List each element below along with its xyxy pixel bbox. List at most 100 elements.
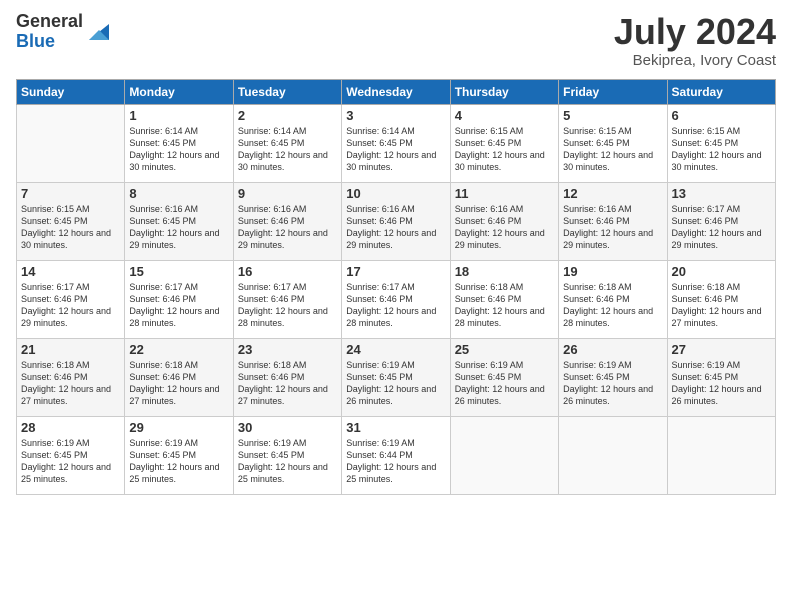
logo-general: General — [16, 12, 83, 32]
calendar-cell — [667, 416, 775, 494]
day-number: 24 — [346, 342, 445, 357]
calendar-cell: 1 Sunrise: 6:14 AM Sunset: 6:45 PM Daylig… — [125, 104, 233, 182]
calendar-cell: 23 Sunrise: 6:18 AM Sunset: 6:46 PM Dayli… — [233, 338, 341, 416]
calendar-cell: 21Sunrise: 6:18 AM Sunset: 6:46 PM Dayli… — [17, 338, 125, 416]
day-info: Sunrise: 6:19 AM Sunset: 6:45 PM Dayligh… — [672, 359, 771, 408]
logo-text: General Blue — [16, 12, 83, 52]
calendar-cell: 25Sunrise: 6:19 AM Sunset: 6:45 PM Dayli… — [450, 338, 558, 416]
calendar-cell: 29 Sunrise: 6:19 AM Sunset: 6:45 PM Dayli… — [125, 416, 233, 494]
day-number: 14 — [21, 264, 120, 279]
header-sunday: Sunday — [17, 79, 125, 104]
header-monday: Monday — [125, 79, 233, 104]
day-number: 6 — [672, 108, 771, 123]
day-number: 1 — [129, 108, 228, 123]
day-info: Sunrise: 6:16 AM Sunset: 6:46 PM Dayligh… — [238, 203, 337, 252]
calendar-cell: 8 Sunrise: 6:16 AM Sunset: 6:45 PM Daylig… — [125, 182, 233, 260]
day-number: 16 — [238, 264, 337, 279]
day-number: 26 — [563, 342, 662, 357]
day-info: Sunrise: 6:18 AM Sunset: 6:46 PM Dayligh… — [455, 281, 554, 330]
calendar-cell: 9Sunrise: 6:16 AM Sunset: 6:46 PM Daylig… — [233, 182, 341, 260]
calendar-cell: 16 Sunrise: 6:17 AM Sunset: 6:46 PM Dayli… — [233, 260, 341, 338]
calendar-row-3: 21Sunrise: 6:18 AM Sunset: 6:46 PM Dayli… — [17, 338, 776, 416]
day-number: 8 — [129, 186, 228, 201]
day-number: 31 — [346, 420, 445, 435]
calendar-cell: 22 Sunrise: 6:18 AM Sunset: 6:46 PM Dayli… — [125, 338, 233, 416]
header-friday: Friday — [559, 79, 667, 104]
day-info: Sunrise: 6:16 AM Sunset: 6:45 PM Dayligh… — [129, 203, 228, 252]
day-number: 18 — [455, 264, 554, 279]
day-info: Sunrise: 6:14 AM Sunset: 6:45 PM Dayligh… — [129, 125, 228, 174]
calendar-cell: 5Sunrise: 6:15 AM Sunset: 6:45 PM Daylig… — [559, 104, 667, 182]
day-info: Sunrise: 6:18 AM Sunset: 6:46 PM Dayligh… — [238, 359, 337, 408]
day-number: 13 — [672, 186, 771, 201]
day-info: Sunrise: 6:18 AM Sunset: 6:46 PM Dayligh… — [129, 359, 228, 408]
day-number: 29 — [129, 420, 228, 435]
day-number: 10 — [346, 186, 445, 201]
calendar-cell: 13 Sunrise: 6:17 AM Sunset: 6:46 PM Dayli… — [667, 182, 775, 260]
calendar-cell: 12 Sunrise: 6:16 AM Sunset: 6:46 PM Dayli… — [559, 182, 667, 260]
day-info: Sunrise: 6:19 AM Sunset: 6:45 PM Dayligh… — [238, 437, 337, 486]
day-number: 23 — [238, 342, 337, 357]
calendar-cell: 15Sunrise: 6:17 AM Sunset: 6:46 PM Dayli… — [125, 260, 233, 338]
day-info: Sunrise: 6:17 AM Sunset: 6:46 PM Dayligh… — [238, 281, 337, 330]
day-info: Sunrise: 6:15 AM Sunset: 6:45 PM Dayligh… — [21, 203, 120, 252]
calendar-cell: 20Sunrise: 6:18 AM Sunset: 6:46 PM Dayli… — [667, 260, 775, 338]
calendar-cell: 3 Sunrise: 6:14 AM Sunset: 6:45 PM Daylig… — [342, 104, 450, 182]
calendar-cell: 28 Sunrise: 6:19 AM Sunset: 6:45 PM Dayli… — [17, 416, 125, 494]
calendar-row-4: 28 Sunrise: 6:19 AM Sunset: 6:45 PM Dayli… — [17, 416, 776, 494]
calendar-cell — [450, 416, 558, 494]
header-saturday: Saturday — [667, 79, 775, 104]
day-info: Sunrise: 6:14 AM Sunset: 6:45 PM Dayligh… — [238, 125, 337, 174]
day-number: 19 — [563, 264, 662, 279]
day-number: 22 — [129, 342, 228, 357]
day-number: 7 — [21, 186, 120, 201]
header-row: Sunday Monday Tuesday Wednesday Thursday… — [17, 79, 776, 104]
day-info: Sunrise: 6:19 AM Sunset: 6:45 PM Dayligh… — [455, 359, 554, 408]
location: Bekiprea, Ivory Coast — [614, 52, 776, 69]
day-info: Sunrise: 6:19 AM Sunset: 6:45 PM Dayligh… — [129, 437, 228, 486]
day-number: 20 — [672, 264, 771, 279]
calendar-row-0: 1 Sunrise: 6:14 AM Sunset: 6:45 PM Daylig… — [17, 104, 776, 182]
month-title: July 2024 — [614, 12, 776, 52]
calendar-cell: 31Sunrise: 6:19 AM Sunset: 6:44 PM Dayli… — [342, 416, 450, 494]
day-number: 30 — [238, 420, 337, 435]
calendar-cell: 2 Sunrise: 6:14 AM Sunset: 6:45 PM Daylig… — [233, 104, 341, 182]
day-info: Sunrise: 6:15 AM Sunset: 6:45 PM Dayligh… — [672, 125, 771, 174]
calendar-cell: 30 Sunrise: 6:19 AM Sunset: 6:45 PM Dayli… — [233, 416, 341, 494]
page: General Blue July 2024 Bekiprea, Ivory C… — [0, 0, 792, 612]
day-number: 27 — [672, 342, 771, 357]
header-thursday: Thursday — [450, 79, 558, 104]
day-info: Sunrise: 6:17 AM Sunset: 6:46 PM Dayligh… — [21, 281, 120, 330]
header: General Blue July 2024 Bekiprea, Ivory C… — [16, 12, 776, 69]
day-info: Sunrise: 6:19 AM Sunset: 6:45 PM Dayligh… — [21, 437, 120, 486]
calendar-cell: 10Sunrise: 6:16 AM Sunset: 6:46 PM Dayli… — [342, 182, 450, 260]
day-info: Sunrise: 6:19 AM Sunset: 6:45 PM Dayligh… — [346, 359, 445, 408]
calendar-cell: 24 Sunrise: 6:19 AM Sunset: 6:45 PM Dayli… — [342, 338, 450, 416]
calendar-cell: 7 Sunrise: 6:15 AM Sunset: 6:45 PM Daylig… — [17, 182, 125, 260]
day-info: Sunrise: 6:17 AM Sunset: 6:46 PM Dayligh… — [346, 281, 445, 330]
calendar-cell — [17, 104, 125, 182]
calendar-cell: 18 Sunrise: 6:18 AM Sunset: 6:46 PM Dayli… — [450, 260, 558, 338]
day-info: Sunrise: 6:18 AM Sunset: 6:46 PM Dayligh… — [21, 359, 120, 408]
day-number: 12 — [563, 186, 662, 201]
day-number: 2 — [238, 108, 337, 123]
day-number: 11 — [455, 186, 554, 201]
day-info: Sunrise: 6:19 AM Sunset: 6:45 PM Dayligh… — [563, 359, 662, 408]
day-number: 28 — [21, 420, 120, 435]
day-info: Sunrise: 6:16 AM Sunset: 6:46 PM Dayligh… — [563, 203, 662, 252]
day-number: 17 — [346, 264, 445, 279]
header-tuesday: Tuesday — [233, 79, 341, 104]
calendar-body: 1 Sunrise: 6:14 AM Sunset: 6:45 PM Daylig… — [17, 104, 776, 494]
calendar-cell: 17 Sunrise: 6:17 AM Sunset: 6:46 PM Dayli… — [342, 260, 450, 338]
day-number: 4 — [455, 108, 554, 123]
calendar-cell: 26 Sunrise: 6:19 AM Sunset: 6:45 PM Dayli… — [559, 338, 667, 416]
day-number: 3 — [346, 108, 445, 123]
day-info: Sunrise: 6:14 AM Sunset: 6:45 PM Dayligh… — [346, 125, 445, 174]
calendar-cell: 4 Sunrise: 6:15 AM Sunset: 6:45 PM Daylig… — [450, 104, 558, 182]
calendar-cell: 19Sunrise: 6:18 AM Sunset: 6:46 PM Dayli… — [559, 260, 667, 338]
calendar-cell: 11Sunrise: 6:16 AM Sunset: 6:46 PM Dayli… — [450, 182, 558, 260]
day-info: Sunrise: 6:15 AM Sunset: 6:45 PM Dayligh… — [455, 125, 554, 174]
logo: General Blue — [16, 12, 109, 52]
calendar-cell: 27 Sunrise: 6:19 AM Sunset: 6:45 PM Dayli… — [667, 338, 775, 416]
day-info: Sunrise: 6:17 AM Sunset: 6:46 PM Dayligh… — [672, 203, 771, 252]
